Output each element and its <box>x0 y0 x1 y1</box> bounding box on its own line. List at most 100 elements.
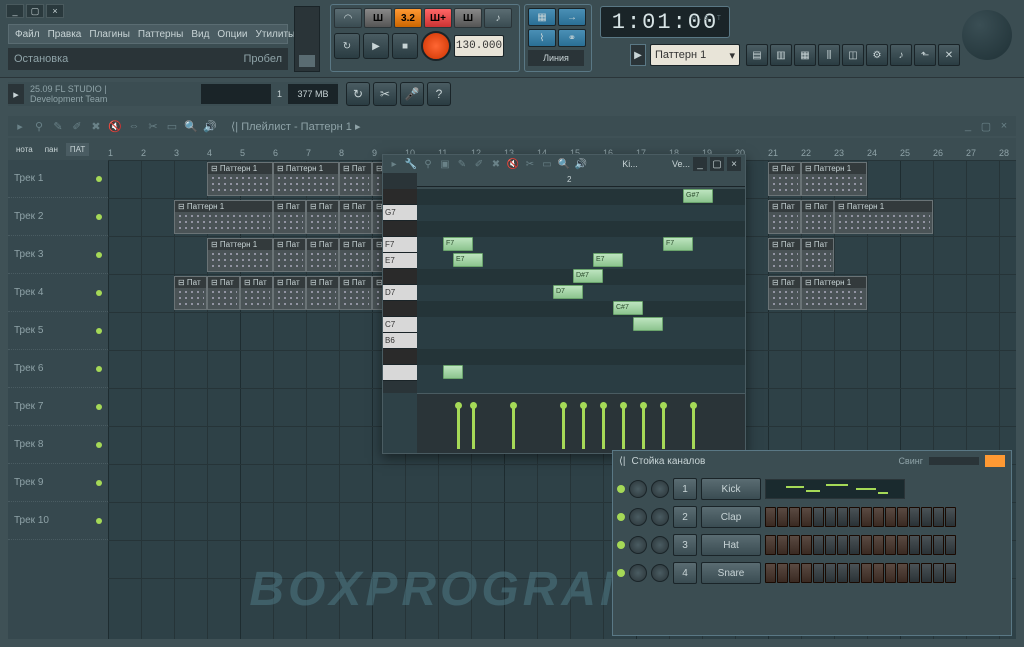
mic-icon[interactable]: 🎤 <box>400 82 424 106</box>
piano-grid[interactable]: G#7F7E7E7F7D#7D7C#7 <box>417 189 745 393</box>
step-button[interactable] <box>777 507 788 527</box>
piano-key[interactable]: G7 <box>383 205 417 221</box>
pattern-clip[interactable]: ⊟ Пат <box>273 200 306 234</box>
velocity-bar[interactable] <box>602 405 605 449</box>
minimize-button[interactable]: _ <box>6 4 24 18</box>
velocity-bar[interactable] <box>692 405 695 449</box>
menu-view[interactable]: Вид <box>187 29 213 40</box>
pattern-clip[interactable]: ⊟ Пат <box>768 162 801 196</box>
step-button[interactable] <box>873 535 884 555</box>
step-button[interactable] <box>945 563 956 583</box>
track-header[interactable]: Трек 2 <box>8 198 108 236</box>
pattern-clip[interactable]: ⊟ Пат <box>306 238 339 272</box>
midi-note[interactable] <box>443 365 463 379</box>
snap-label[interactable]: Линия <box>528 50 584 66</box>
track-header[interactable]: Трек 4 <box>8 274 108 312</box>
pl-playback-icon[interactable]: 🔊 <box>202 118 218 134</box>
step-button[interactable] <box>909 507 920 527</box>
maximize-button[interactable]: ▢ <box>26 4 44 18</box>
step-button[interactable] <box>837 535 848 555</box>
pr-pencil-icon[interactable]: ✎ <box>455 157 469 171</box>
pattern-clip[interactable]: ⊟ Пат <box>306 200 339 234</box>
pattern-clip[interactable]: ⊟ Пат <box>306 276 339 310</box>
master-volume-slider[interactable] <box>294 6 320 72</box>
pattern-play-icon[interactable]: ▶ <box>630 44 646 66</box>
pr-select-icon[interactable]: ▭ <box>540 157 554 171</box>
track-led-icon[interactable] <box>96 442 102 448</box>
track-led-icon[interactable] <box>96 328 102 334</box>
midi-note[interactable]: D#7 <box>573 269 603 283</box>
piano-key[interactable] <box>383 269 417 285</box>
channel-pan-knob[interactable] <box>629 536 647 554</box>
channel-pan-knob[interactable] <box>629 480 647 498</box>
midi-note[interactable]: D7 <box>553 285 583 299</box>
step-button[interactable] <box>909 563 920 583</box>
mixer-view-button[interactable]: ⫼ <box>818 44 840 66</box>
step-button[interactable] <box>789 507 800 527</box>
step-button[interactable] <box>897 563 908 583</box>
step-button[interactable] <box>813 535 824 555</box>
pl-select-icon[interactable]: ▭ <box>164 118 180 134</box>
midi-note[interactable] <box>633 317 663 331</box>
step-button[interactable] <box>837 563 848 583</box>
channel-number[interactable]: 2 <box>673 506 697 528</box>
velocity-lane[interactable] <box>417 393 745 453</box>
piano-key[interactable]: C7 <box>383 317 417 333</box>
channel-preview[interactable] <box>765 479 905 499</box>
pattern-clip[interactable]: ⊟ Паттерн 1 <box>207 162 273 196</box>
pattern-clip[interactable]: ⊟ Пат <box>207 276 240 310</box>
track-header[interactable]: Трек 7 <box>8 388 108 426</box>
channel-vol-knob[interactable] <box>651 480 669 498</box>
snap-link-button[interactable]: ⚭ <box>558 29 586 47</box>
pr-menu-icon[interactable]: ▸ <box>387 157 401 171</box>
pl-slice-icon[interactable]: ✂ <box>145 118 161 134</box>
pattern-clip[interactable]: ⊟ Пат <box>339 276 372 310</box>
help-icon[interactable]: ? <box>427 82 451 106</box>
channel-rack-view-button[interactable]: ▦ <box>794 44 816 66</box>
step-button[interactable] <box>933 535 944 555</box>
piano-key[interactable]: E7 <box>383 253 417 269</box>
track-header[interactable]: Трек 10 <box>8 502 108 540</box>
track-header[interactable]: Трек 1 <box>8 160 108 198</box>
piano-roll-view-button[interactable]: ▥ <box>770 44 792 66</box>
step-button[interactable] <box>873 563 884 583</box>
step-button[interactable] <box>861 563 872 583</box>
pr-stamp-icon[interactable]: ▣ <box>438 157 452 171</box>
step-button[interactable] <box>897 507 908 527</box>
pr-channel-b[interactable]: Ve... <box>672 159 690 169</box>
play-button[interactable]: ▶ <box>363 33 389 59</box>
pl-zoom-icon[interactable]: 🔍 <box>183 118 199 134</box>
channel-mute-led[interactable] <box>617 485 625 493</box>
cr-speaker-icon[interactable]: ⟨| <box>619 456 626 467</box>
pattern-clip[interactable]: ⊟ Пат <box>339 162 372 196</box>
midi-note[interactable]: F7 <box>443 237 473 251</box>
pattern-clip[interactable]: ⊟ Пат <box>801 238 834 272</box>
step-button[interactable] <box>849 535 860 555</box>
pr-maximize-icon[interactable]: ▢ <box>710 157 724 171</box>
track-led-icon[interactable] <box>96 176 102 182</box>
pattern-clip[interactable]: ⊟ Пат <box>273 276 306 310</box>
pr-channel-a[interactable]: Ki... <box>622 159 638 169</box>
menu-plugins[interactable]: Плагины <box>85 29 134 40</box>
time-display[interactable]: 1:01:00 B.S.T <box>600 6 730 38</box>
step-button[interactable] <box>849 563 860 583</box>
pattern-clip[interactable]: ⊟ Паттерн 1 <box>273 162 339 196</box>
step-button[interactable] <box>801 507 812 527</box>
channel-name-button[interactable]: Hat <box>701 534 761 556</box>
pattern-clip[interactable]: ⊟ Пат <box>768 276 801 310</box>
velocity-bar[interactable] <box>457 405 460 449</box>
pattern-clip[interactable]: ⊟ Паттерн 1 <box>207 238 273 272</box>
pr-zoom-icon[interactable]: 🔍 <box>557 157 571 171</box>
channel-name-button[interactable]: Kick <box>701 478 761 500</box>
piano-key[interactable] <box>383 301 417 317</box>
countdown-button[interactable]: 3.2 <box>394 8 422 28</box>
track-led-icon[interactable] <box>96 480 102 486</box>
pattern-clip[interactable]: ⊟ Паттерн 1 <box>174 200 273 234</box>
step-button[interactable] <box>765 507 776 527</box>
track-led-icon[interactable] <box>96 290 102 296</box>
blend-button[interactable]: Ш+ <box>424 8 452 28</box>
midi-note[interactable]: G#7 <box>683 189 713 203</box>
tab-pan[interactable]: пан <box>41 143 62 156</box>
step-button[interactable] <box>801 563 812 583</box>
velocity-bar[interactable] <box>662 405 665 449</box>
